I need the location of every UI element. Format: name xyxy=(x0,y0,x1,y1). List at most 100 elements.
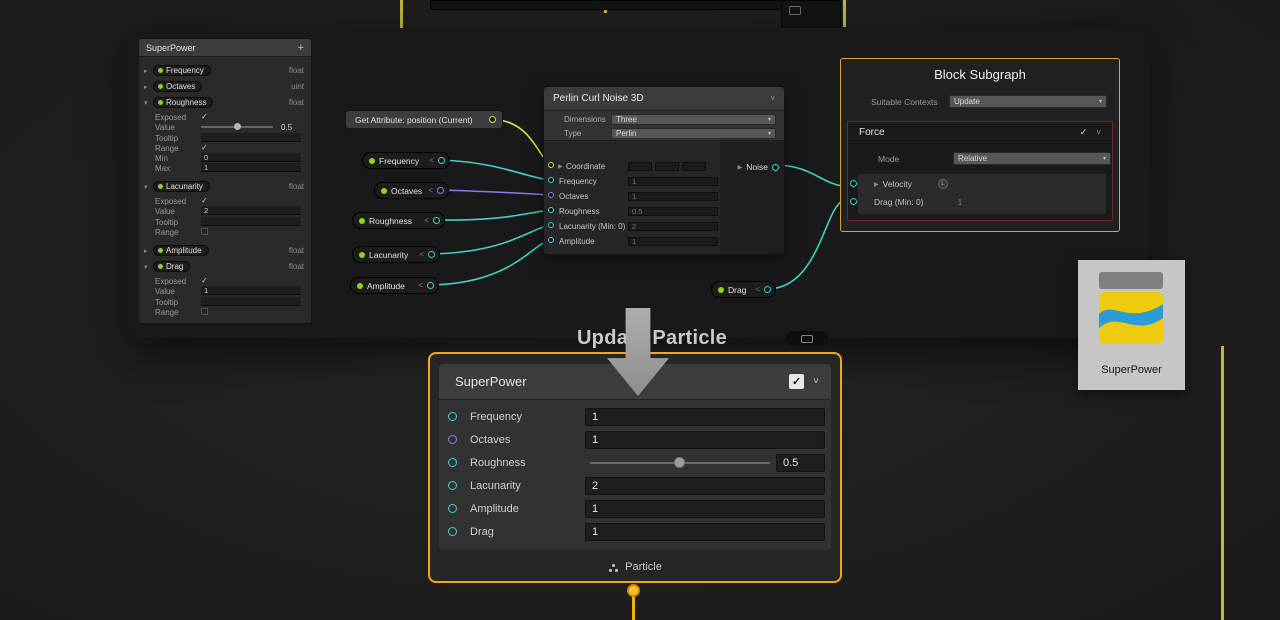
input-port[interactable] xyxy=(548,222,554,228)
tooltip-field[interactable] xyxy=(201,297,301,306)
foldout-icon[interactable]: ▾ xyxy=(144,183,153,191)
value-field[interactable]: 1 xyxy=(628,177,718,186)
param-node-lacunarity[interactable]: Lacunarity< xyxy=(352,246,440,263)
value-field[interactable]: 1 xyxy=(201,286,301,295)
lacunarity-input-port[interactable] xyxy=(448,481,457,490)
range-checkbox[interactable]: ✓ xyxy=(201,143,208,152)
enabled-checkbox[interactable]: ✓ xyxy=(1080,127,1088,138)
property-pill-amplitude[interactable]: Amplitude xyxy=(153,245,209,256)
range-checkbox[interactable] xyxy=(201,308,208,315)
collapse-icon[interactable]: < xyxy=(428,186,433,195)
force-block[interactable]: Force ✓ ˅ Mode Relative▾ ▶ Velocity L Dr… xyxy=(847,121,1113,221)
collapse-icon[interactable]: < xyxy=(424,216,429,225)
param-node-roughness[interactable]: Roughness< xyxy=(352,212,445,229)
chevron-down-icon[interactable]: ˅ xyxy=(813,376,819,387)
amplitude-input-port[interactable] xyxy=(448,504,457,513)
param-node-frequency[interactable]: Frequency< xyxy=(362,152,450,169)
octaves-input-port[interactable] xyxy=(448,435,457,444)
amplitude-field[interactable]: 1 xyxy=(585,500,825,518)
property-pill-drag[interactable]: Drag xyxy=(153,261,190,272)
dimensions-dropdown[interactable]: Three▾ xyxy=(611,114,776,125)
roughness-input-port[interactable] xyxy=(448,458,457,467)
frequency-input-port[interactable] xyxy=(448,412,457,421)
chevron-down-icon[interactable]: ˅ xyxy=(770,94,775,103)
frequency-field[interactable]: 1 xyxy=(585,408,825,426)
input-port[interactable] xyxy=(548,162,554,168)
coordinate-x-field[interactable] xyxy=(628,162,652,171)
expand-arrow-icon[interactable]: ▶ xyxy=(874,181,879,188)
velocity-input-port[interactable] xyxy=(850,180,857,187)
output-port[interactable] xyxy=(437,187,444,194)
collapse-icon[interactable]: < xyxy=(429,156,434,165)
output-port[interactable] xyxy=(438,157,445,164)
range-checkbox[interactable] xyxy=(201,228,208,235)
slider-handle[interactable] xyxy=(234,123,241,130)
superpower-asset-tile[interactable]: SuperPower xyxy=(1078,260,1185,390)
block-header[interactable]: Force ✓ ˅ xyxy=(848,122,1112,144)
type-dropdown[interactable]: Perlin▾ xyxy=(611,128,776,139)
context-header-badge[interactable] xyxy=(786,331,828,346)
property-pill-frequency[interactable]: Frequency xyxy=(153,65,211,76)
param-node-drag[interactable]: Drag< xyxy=(711,281,776,298)
drag-input-port[interactable] xyxy=(850,198,857,205)
drag-field[interactable]: 1 xyxy=(585,523,825,541)
octaves-field[interactable]: 1 xyxy=(585,431,825,449)
suitable-contexts-dropdown[interactable]: Update▾ xyxy=(949,95,1107,108)
value-field[interactable]: 1 xyxy=(628,237,718,246)
tooltip-field[interactable] xyxy=(201,217,301,226)
add-property-button[interactable]: + xyxy=(298,42,304,54)
foldout-icon[interactable]: ▾ xyxy=(144,263,153,271)
input-port[interactable] xyxy=(548,192,554,198)
coordinate-z-field[interactable] xyxy=(682,162,706,171)
param-node-octaves[interactable]: Octaves< xyxy=(374,182,449,199)
value-field[interactable]: 1 xyxy=(628,192,718,201)
enabled-checkbox[interactable]: ✓ xyxy=(789,374,804,389)
foldout-icon[interactable]: ▾ xyxy=(144,99,153,107)
param-node-amplitude[interactable]: Amplitude< xyxy=(350,277,439,294)
foldout-icon[interactable]: ▸ xyxy=(144,83,153,91)
local-space-badge[interactable]: L xyxy=(938,179,948,189)
output-port[interactable] xyxy=(433,217,440,224)
drag-input-port[interactable] xyxy=(448,527,457,536)
foldout-icon[interactable]: ▸ xyxy=(144,247,153,255)
property-pill-roughness[interactable]: Roughness xyxy=(153,97,213,108)
chevron-down-icon[interactable]: ˅ xyxy=(1096,128,1101,137)
tooltip-field[interactable] xyxy=(201,133,301,142)
slider-handle[interactable] xyxy=(674,457,685,468)
mode-dropdown[interactable]: Relative▾ xyxy=(953,152,1111,165)
context-flow-port[interactable] xyxy=(627,584,640,597)
position-output-port[interactable] xyxy=(489,116,496,123)
noise-output-port[interactable] xyxy=(772,164,779,171)
input-port[interactable] xyxy=(548,237,554,243)
foldout-icon[interactable]: ▸ xyxy=(144,67,153,75)
input-port[interactable] xyxy=(548,177,554,183)
roughness-slider[interactable] xyxy=(590,462,770,464)
coordinate-y-field[interactable] xyxy=(655,162,679,171)
value-field[interactable]: 0.5 xyxy=(628,207,718,216)
value-field[interactable]: 2 xyxy=(628,222,718,231)
collapse-icon[interactable]: < xyxy=(419,250,424,259)
collapse-icon[interactable]: < xyxy=(418,281,423,290)
roughness-field[interactable]: 0.5 xyxy=(776,454,825,472)
expand-arrow-icon[interactable]: ▶ xyxy=(558,163,563,170)
value-slider[interactable] xyxy=(201,126,273,128)
output-port[interactable] xyxy=(427,282,434,289)
property-pill-lacunarity[interactable]: Lacunarity xyxy=(153,181,210,192)
value-field[interactable]: 2 xyxy=(201,206,301,215)
collapse-icon[interactable]: < xyxy=(755,285,760,294)
expand-arrow-icon[interactable]: ▶ xyxy=(738,164,743,171)
property-pill-octaves[interactable]: Octaves xyxy=(153,81,202,92)
min-field[interactable]: 0 xyxy=(201,153,301,162)
input-port[interactable] xyxy=(548,207,554,213)
max-field[interactable]: 1 xyxy=(201,163,301,172)
exposed-checkbox[interactable]: ✓ xyxy=(201,276,208,285)
output-port[interactable] xyxy=(764,286,771,293)
lacunarity-field[interactable]: 2 xyxy=(585,477,825,495)
exposed-checkbox[interactable]: ✓ xyxy=(201,112,208,121)
exposed-checkbox[interactable]: ✓ xyxy=(201,196,208,205)
node-header[interactable]: Perlin Curl Noise 3D ˅ xyxy=(544,87,784,111)
output-port[interactable] xyxy=(428,251,435,258)
get-attribute-node[interactable]: Get Attribute: position (Current) xyxy=(345,110,503,129)
input-label: Octaves xyxy=(470,434,510,446)
perlin-curl-noise-node[interactable]: Perlin Curl Noise 3D ˅ Dimensions Three▾… xyxy=(543,86,785,255)
